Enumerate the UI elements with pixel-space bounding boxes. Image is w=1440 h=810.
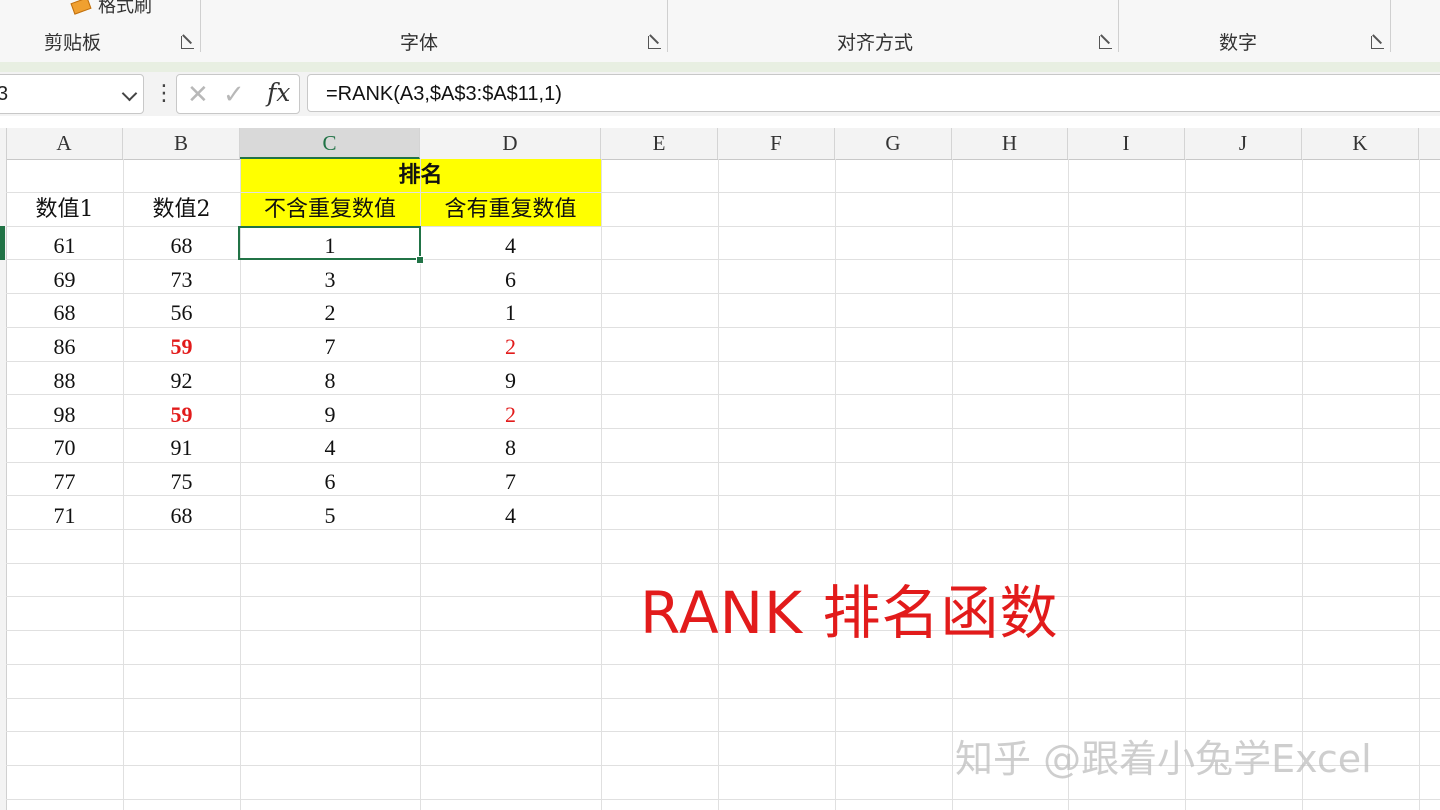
cell-b-row2[interactable]: 73 bbox=[123, 263, 240, 296]
cell-b-row7[interactable]: 91 bbox=[123, 431, 240, 464]
cell-d-row6[interactable]: 2 bbox=[420, 398, 601, 431]
gridline-vertical bbox=[1068, 159, 1069, 810]
header-rank-unique[interactable]: 不含重复数值 bbox=[240, 193, 420, 226]
gridline-horizontal bbox=[6, 226, 1440, 227]
column-header-c[interactable]: C bbox=[240, 128, 420, 159]
fill-handle[interactable] bbox=[416, 256, 424, 264]
name-box-value: 3 bbox=[0, 83, 9, 105]
cell-a-row3[interactable]: 68 bbox=[6, 296, 123, 329]
cell-c-row7[interactable]: 4 bbox=[240, 431, 420, 464]
group-label-clipboard: 剪贴板 bbox=[44, 32, 102, 54]
group-label-font: 字体 bbox=[400, 32, 439, 54]
cancel-icon[interactable]: ✕ bbox=[187, 81, 209, 107]
column-header-h[interactable]: H bbox=[952, 128, 1068, 159]
gridline-vertical bbox=[952, 159, 953, 810]
number-dialog-launcher-icon[interactable] bbox=[1371, 36, 1384, 49]
cell-a-row1[interactable]: 61 bbox=[6, 229, 123, 262]
cell-c-row8[interactable]: 6 bbox=[240, 465, 420, 498]
merged-header-ranking[interactable]: 排名 bbox=[240, 159, 601, 192]
column-header-j[interactable]: J bbox=[1185, 128, 1302, 159]
cell-b-row9[interactable]: 68 bbox=[123, 499, 240, 532]
cell-a-row2[interactable]: 69 bbox=[6, 263, 123, 296]
cell-d-row4[interactable]: 2 bbox=[420, 330, 601, 363]
cell-d-row1[interactable]: 4 bbox=[420, 229, 601, 262]
gridline-horizontal bbox=[6, 698, 1440, 699]
column-header-d[interactable]: D bbox=[420, 128, 601, 159]
column-header-b[interactable]: B bbox=[123, 128, 240, 159]
group-separator bbox=[1118, 0, 1119, 52]
name-box[interactable]: 3 bbox=[0, 74, 144, 114]
column-header-i[interactable]: I bbox=[1068, 128, 1185, 159]
cell-c-row6[interactable]: 9 bbox=[240, 398, 420, 431]
gridline-vertical bbox=[1302, 159, 1303, 810]
column-header-e[interactable]: E bbox=[601, 128, 718, 159]
header-value2[interactable]: 数值2 bbox=[123, 193, 240, 226]
more-options-icon[interactable]: ⋮ bbox=[153, 78, 175, 108]
cell-b-row8[interactable]: 75 bbox=[123, 465, 240, 498]
cell-b-row5[interactable]: 92 bbox=[123, 364, 240, 397]
format-painter-button[interactable]: 格式刷 bbox=[70, 0, 152, 18]
brush-icon bbox=[70, 0, 92, 15]
alignment-dialog-launcher-icon[interactable] bbox=[1099, 36, 1112, 49]
gridline-horizontal bbox=[6, 664, 1440, 665]
overlay-title: RANK 排名函数 bbox=[640, 579, 1059, 647]
column-header-row: A B C D E F G H I J K bbox=[0, 128, 1440, 160]
cell-d-row5[interactable]: 9 bbox=[420, 364, 601, 397]
header-rank-duplicate[interactable]: 含有重复数值 bbox=[420, 193, 601, 226]
column-header-f[interactable]: F bbox=[718, 128, 835, 159]
cell-b-row1[interactable]: 68 bbox=[123, 229, 240, 262]
gridline-horizontal bbox=[6, 799, 1440, 800]
group-label-alignment: 对齐方式 bbox=[837, 32, 914, 54]
format-painter-label: 格式刷 bbox=[98, 0, 152, 17]
cell-d-row7[interactable]: 8 bbox=[420, 431, 601, 464]
cell-c-row3[interactable]: 2 bbox=[240, 296, 420, 329]
column-header-k[interactable]: K bbox=[1302, 128, 1419, 159]
gridline-vertical bbox=[835, 159, 836, 810]
cell-a-row5[interactable]: 88 bbox=[6, 364, 123, 397]
gridline-vertical bbox=[1185, 159, 1186, 810]
cell-a-row9[interactable]: 71 bbox=[6, 499, 123, 532]
cell-b-row3[interactable]: 56 bbox=[123, 296, 240, 329]
cell-d-row2[interactable]: 6 bbox=[420, 263, 601, 296]
cell-a-row8[interactable]: 77 bbox=[6, 465, 123, 498]
cell-a-row4[interactable]: 86 bbox=[6, 330, 123, 363]
column-header-g[interactable]: G bbox=[835, 128, 952, 159]
insert-function-icon[interactable]: fx bbox=[267, 79, 290, 107]
formula-bar: 3 ⋮ ✕ ✓ fx =RANK(A3,$A$3:$A$11,1) bbox=[0, 72, 1440, 117]
gridline-vertical bbox=[718, 159, 719, 810]
active-cell-selection[interactable] bbox=[238, 226, 421, 260]
cell-c-row4[interactable]: 7 bbox=[240, 330, 420, 363]
cell-d-row9[interactable]: 4 bbox=[420, 499, 601, 532]
cell-a-row6[interactable]: 98 bbox=[6, 398, 123, 431]
gridline-horizontal bbox=[6, 563, 1440, 564]
font-dialog-launcher-icon[interactable] bbox=[648, 36, 661, 49]
formula-input[interactable]: =RANK(A3,$A$3:$A$11,1) bbox=[307, 74, 1440, 112]
group-separator bbox=[200, 0, 201, 52]
group-separator bbox=[667, 0, 668, 52]
formula-controls: ✕ ✓ fx bbox=[176, 74, 300, 114]
cell-c-row9[interactable]: 5 bbox=[240, 499, 420, 532]
cell-d-row3[interactable]: 1 bbox=[420, 296, 601, 329]
gridline-vertical bbox=[601, 159, 602, 810]
gridline-vertical bbox=[1419, 159, 1420, 810]
ribbon: 格式刷 剪贴板 字体 对齐方式 数字 bbox=[0, 0, 1440, 63]
ribbon-divider bbox=[0, 62, 1440, 72]
cell-d-row8[interactable]: 7 bbox=[420, 465, 601, 498]
cell-b-row6[interactable]: 59 bbox=[123, 398, 240, 431]
header-value1[interactable]: 数值1 bbox=[6, 193, 123, 226]
group-separator bbox=[1390, 0, 1391, 52]
clipboard-dialog-launcher-icon[interactable] bbox=[181, 36, 194, 49]
check-icon[interactable]: ✓ bbox=[223, 81, 245, 107]
group-label-number: 数字 bbox=[1219, 32, 1258, 54]
chevron-down-icon[interactable] bbox=[121, 85, 138, 102]
watermark: 知乎 @跟着小兔学Excel bbox=[955, 737, 1372, 781]
active-row-indicator bbox=[0, 226, 5, 260]
cell-c-row2[interactable]: 3 bbox=[240, 263, 420, 296]
cell-b-row4[interactable]: 59 bbox=[123, 330, 240, 363]
cell-a-row7[interactable]: 70 bbox=[6, 431, 123, 464]
column-header-a[interactable]: A bbox=[6, 128, 123, 159]
cell-c-row5[interactable]: 8 bbox=[240, 364, 420, 397]
